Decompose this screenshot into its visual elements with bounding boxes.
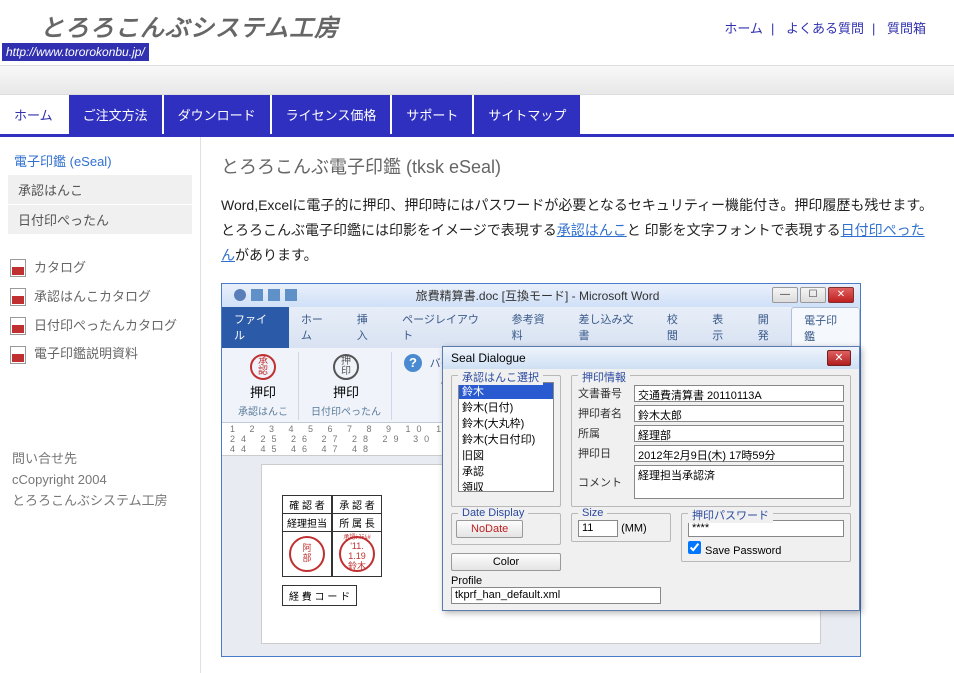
contact-block: 問い合せ先 cCopyright 2004 とろろこんぶシステム工房 bbox=[8, 449, 192, 511]
list-item: 承認 bbox=[459, 463, 553, 479]
main-nav: ホーム ご注文方法 ダウンロード ライセンス価格 サポート サイトマップ bbox=[0, 95, 954, 137]
sidebar-item-hiduke[interactable]: 日付印ぺったん bbox=[8, 205, 192, 234]
save-password-checkbox[interactable] bbox=[688, 541, 701, 554]
nodate-button[interactable]: NoDate bbox=[456, 520, 523, 538]
expense-code-label: 経 費 コ ー ド bbox=[282, 585, 357, 606]
stamp-suzuki: 承認ｼｽﾃﾑ#'11. 1.19鈴木 bbox=[339, 536, 375, 572]
site-url: http://www.tororokonbu.jp/ bbox=[2, 43, 149, 61]
site-logo: とろろこんぶシステム工房 bbox=[40, 8, 339, 43]
profile-label: Profile bbox=[451, 575, 561, 587]
stamp-abe: 阿部 bbox=[289, 536, 325, 572]
sidebar-section-title: 電子印鑑 (eSeal) bbox=[8, 147, 192, 174]
nav-sitemap[interactable]: サイトマップ bbox=[474, 95, 580, 134]
banner-strip bbox=[0, 65, 954, 95]
date-display-legend: Date Display bbox=[458, 507, 528, 519]
dialog-title: Seal Dialogue bbox=[451, 351, 526, 365]
toplink-home[interactable]: ホーム bbox=[716, 21, 771, 36]
word-title: 旅費精算書.doc [互換モード] - Microsoft Word bbox=[303, 287, 772, 304]
dept-field[interactable]: 経理部 bbox=[634, 425, 844, 442]
date-field[interactable]: 2012年2月9日(木) 17時59分 bbox=[634, 445, 844, 462]
qat-save-icon[interactable] bbox=[251, 289, 263, 301]
ribbon-group-shonin: 承認 押印 承認はんこ bbox=[228, 352, 299, 420]
doc-shonin-catalog[interactable]: 承認はんこカタログ bbox=[8, 283, 192, 312]
maximize-button[interactable]: ☐ bbox=[800, 287, 826, 303]
toplink-contact[interactable]: 質問箱 bbox=[879, 21, 934, 36]
ribbon-group-hiduke: 押印 押印 日付印ぺったん bbox=[301, 352, 392, 420]
ribbon-tab-layout[interactable]: ページレイアウト bbox=[390, 307, 500, 348]
link-shonin[interactable]: 承認はんこ bbox=[557, 222, 627, 238]
ribbon-tab-ref[interactable]: 参考資料 bbox=[500, 307, 567, 348]
dialog-close-button[interactable]: ✕ bbox=[827, 350, 851, 366]
stamp-slot: 承 認 者 所 属 長 承認ｼｽﾃﾑ#'11. 1.19鈴木 bbox=[332, 495, 382, 577]
size-legend: Size bbox=[578, 507, 607, 519]
ribbon-tab-mail[interactable]: 差し込み文書 bbox=[567, 307, 655, 348]
sidebar-item-shonin[interactable]: 承認はんこ bbox=[8, 175, 192, 204]
toplink-faq[interactable]: よくある質問 bbox=[778, 21, 872, 36]
stamp-slot: 確 認 者 経理担当 阿部 bbox=[282, 495, 332, 577]
close-button[interactable]: ✕ bbox=[828, 287, 854, 303]
docno-field[interactable]: 交通費清算書 20110113A bbox=[634, 385, 844, 402]
list-item: 鈴木(大丸枠) bbox=[459, 415, 553, 431]
help-icon[interactable]: ? bbox=[404, 354, 422, 372]
word-window: 旅費精算書.doc [互換モード] - Microsoft Word — ☐ ✕… bbox=[221, 283, 861, 657]
seal-listbox[interactable]: 鈴木 鈴木(日付) 鈴木(大丸枠) 鈴木(大日付印) 旧図 承認 領収 回覧 許… bbox=[458, 382, 554, 492]
ribbon-tab-eseal[interactable]: 電子印鑑 bbox=[791, 307, 860, 348]
stamp-icon[interactable]: 押印 bbox=[333, 354, 359, 380]
list-item: 鈴木(大日付印) bbox=[459, 431, 553, 447]
qat-undo-icon[interactable] bbox=[268, 289, 280, 301]
minimize-button[interactable]: — bbox=[772, 287, 798, 303]
doc-catalog[interactable]: カタログ bbox=[8, 254, 192, 283]
ribbon-tab-insert[interactable]: 挿入 bbox=[345, 307, 390, 348]
pdf-icon bbox=[10, 288, 26, 306]
body-text: Word,Excelに電子的に押印、押印時にはパスワードが必要となるセキュリティ… bbox=[221, 193, 934, 269]
profile-field[interactable]: tkprf_han_default.xml bbox=[451, 587, 661, 604]
word-icon bbox=[234, 289, 246, 301]
nav-support[interactable]: サポート bbox=[392, 95, 472, 134]
name-field[interactable]: 鈴木太郎 bbox=[634, 405, 844, 422]
nav-order[interactable]: ご注文方法 bbox=[69, 95, 162, 134]
seal-select-legend: 承認はんこ選択 bbox=[458, 369, 543, 385]
comment-field[interactable]: 経理担当承認済 bbox=[634, 465, 844, 499]
list-item: 領収 bbox=[459, 479, 553, 492]
nav-download[interactable]: ダウンロード bbox=[164, 95, 270, 134]
pwd-legend: 押印パスワード bbox=[688, 507, 773, 523]
ribbon-tab-home[interactable]: ホーム bbox=[289, 307, 345, 348]
nav-home[interactable]: ホーム bbox=[0, 95, 67, 134]
doc-hiduke-catalog[interactable]: 日付印ぺったんカタログ bbox=[8, 312, 192, 341]
color-button[interactable]: Color bbox=[451, 553, 561, 571]
pdf-icon bbox=[10, 317, 26, 335]
pdf-icon bbox=[10, 346, 26, 364]
ribbon-tab-dev[interactable]: 開発 bbox=[746, 307, 791, 348]
seal-dialog: Seal Dialogue ✕ 承認はんこ選択 鈴木 鈴木(日付) 鈴木(大丸枠… bbox=[442, 346, 860, 611]
list-item: 旧図 bbox=[459, 447, 553, 463]
page-title: とろろこんぶ電子印鑑 (tksk eSeal) bbox=[221, 153, 934, 179]
ribbon-tab-file[interactable]: ファイル bbox=[222, 307, 289, 348]
ribbon-tab-view[interactable]: 表示 bbox=[700, 307, 745, 348]
pdf-icon bbox=[10, 259, 26, 277]
list-item: 鈴木(日付) bbox=[459, 399, 553, 415]
list-item: 鈴木 bbox=[459, 383, 553, 399]
top-links: ホーム| よくある質問| 質問箱 bbox=[716, 8, 934, 37]
size-field[interactable] bbox=[578, 520, 618, 537]
info-legend: 押印情報 bbox=[578, 369, 630, 385]
doc-eseal-manual[interactable]: 電子印鑑説明資料 bbox=[8, 340, 192, 369]
stamp-icon[interactable]: 承認 bbox=[250, 354, 276, 380]
ribbon-tab-review[interactable]: 校閲 bbox=[655, 307, 700, 348]
nav-license[interactable]: ライセンス価格 bbox=[272, 95, 391, 134]
qat-redo-icon[interactable] bbox=[285, 289, 297, 301]
